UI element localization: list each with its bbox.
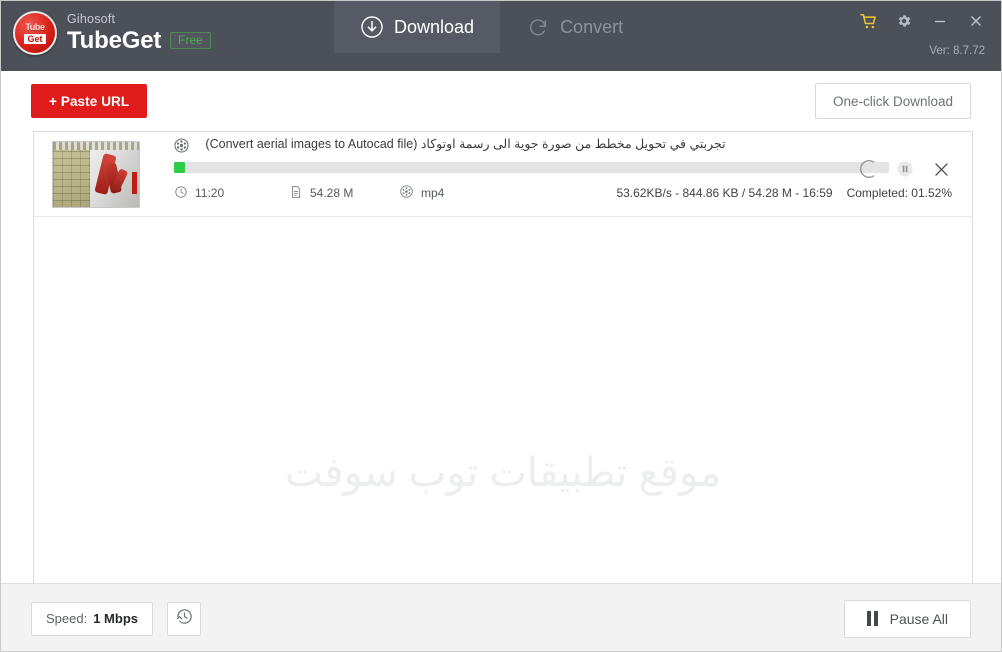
company-name: Gihosoft (67, 12, 116, 27)
minimize-button[interactable] (923, 4, 957, 38)
close-button[interactable] (959, 4, 993, 38)
edition-badge: Free (170, 32, 211, 50)
duration-value: 11:20 (195, 186, 225, 200)
item-metadata: 11:20 54.28 M mp4 53.62KB/s - 844.86 KB … (174, 184, 952, 202)
minimize-icon (932, 13, 948, 29)
tab-download[interactable]: Download (334, 1, 501, 53)
gear-icon (896, 13, 912, 29)
thumbnail-cad-plan (53, 145, 90, 207)
app-logo-icon: Tube Get (13, 11, 57, 55)
transfer-stats: 53.62KB/s - 844.86 KB / 54.28 M - 16:59 … (616, 186, 952, 200)
download-list-panel: موقع تطبيقات توب سوفت تجربتي في تحويل مخ… (33, 131, 973, 651)
speed-limit-field[interactable]: Speed: 1 Mbps (31, 601, 153, 636)
clock-icon (174, 185, 188, 202)
loading-spinner-icon (856, 156, 882, 182)
file-icon (289, 185, 303, 202)
logo-bottom-text: Get (24, 33, 46, 44)
format-value: mp4 (421, 186, 445, 200)
speed-label: Speed: (46, 611, 88, 626)
progress-track (174, 162, 889, 173)
video-title: تجربتي في تحويل مخطط من صورة جوية الى رس… (205, 137, 726, 151)
remove-item-button[interactable] (928, 156, 954, 182)
progress-fill (174, 162, 185, 173)
window-controls (851, 1, 993, 41)
application-window: Tube Get Gihosoft TubeGet Free Download … (0, 0, 1002, 652)
video-thumbnail (52, 141, 140, 208)
speed-value: 1 Mbps (93, 611, 138, 626)
filesize-value: 54.28 M (310, 186, 354, 200)
thumbnail-tag (132, 171, 137, 194)
main-tabs: Download Convert (334, 1, 649, 53)
settings-button[interactable] (887, 4, 921, 38)
pause-item-button[interactable] (892, 156, 918, 182)
pause-all-button[interactable]: Pause All (843, 599, 971, 638)
cart-icon (859, 12, 878, 31)
tab-convert[interactable]: Convert (500, 1, 649, 53)
pause-icon (866, 611, 878, 626)
product-name: TubeGet (67, 26, 162, 54)
paste-url-button[interactable]: + Paste URL (31, 84, 148, 118)
completed-percent-text: Completed: 01.52% (846, 186, 952, 200)
title-bar: Tube Get Gihosoft TubeGet Free Download … (1, 1, 1001, 71)
main-body: + Paste URL One-click Download موقع تطبي… (1, 71, 1001, 651)
row-controls (856, 156, 954, 182)
one-click-download-button[interactable]: One-click Download (814, 83, 971, 119)
toolbar: + Paste URL One-click Download (1, 71, 1001, 131)
footer-bar: Speed: 1 Mbps Pause All (1, 583, 1001, 651)
pause-all-label: Pause All (889, 610, 948, 627)
tab-download-label: Download (394, 16, 475, 37)
format-field: mp4 (399, 184, 549, 202)
thumbnail-top-strip (53, 142, 139, 150)
cart-button[interactable] (851, 4, 885, 38)
history-clock-icon (175, 607, 194, 631)
logo-top-text: Tube (25, 21, 45, 32)
brand-area: Tube Get Gihosoft TubeGet Free (1, 1, 211, 55)
download-item-row[interactable]: تجربتي في تحويل مخطط من صورة جوية الى رس… (34, 132, 972, 217)
progress-bar[interactable] (174, 162, 889, 173)
history-button[interactable] (167, 601, 201, 636)
tab-convert-label: Convert (560, 16, 624, 37)
download-circle-icon (360, 15, 384, 39)
watermark-text: موقع تطبيقات توب سوفت (284, 451, 722, 495)
version-label: Ver: 8.7.72 (929, 45, 985, 57)
filesize-field: 54.28 M (289, 185, 399, 202)
refresh-circle-icon (526, 15, 550, 39)
transfer-rate-text: 53.62KB/s - 844.86 KB / 54.28 M - 16:59 (616, 186, 833, 200)
brand-text: Gihosoft TubeGet Free (67, 13, 211, 53)
duration-field: 11:20 (174, 185, 289, 202)
product-row: TubeGet Free (67, 26, 211, 54)
format-disc-icon (399, 184, 414, 202)
close-icon (968, 13, 984, 29)
media-film-icon (173, 137, 190, 159)
